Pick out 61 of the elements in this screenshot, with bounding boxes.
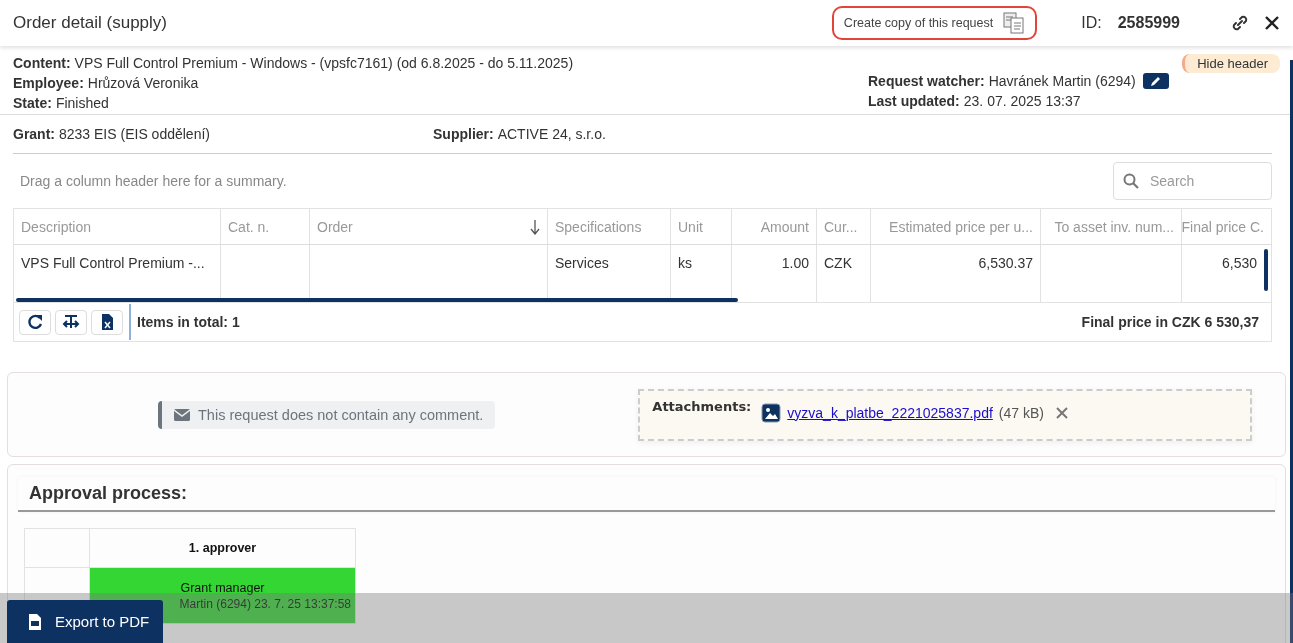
copy-document-icon xyxy=(1003,12,1026,34)
summary-label: Grant: xyxy=(13,125,55,143)
remove-icon[interactable] xyxy=(1055,406,1068,419)
info-value: Hrůzová Veronika xyxy=(87,74,199,92)
column-header[interactable]: To asset inv. num... xyxy=(1041,209,1182,244)
refresh-icon xyxy=(26,313,44,331)
column-header[interactable]: Final price C. xyxy=(1182,209,1271,244)
fit-columns-button[interactable] xyxy=(55,309,87,335)
info-label: Request watcher: xyxy=(868,72,985,90)
attachment-link[interactable]: vyzva_k_platbe_2221025837.pdf xyxy=(787,404,993,421)
excel-file-button[interactable] xyxy=(91,309,123,335)
column-header[interactable]: Cur... xyxy=(817,209,871,244)
link-icon[interactable] xyxy=(1230,13,1250,33)
section-title: Approval process: xyxy=(18,477,1275,512)
search-icon xyxy=(1123,173,1139,189)
items-total: Items in total: 1 xyxy=(137,314,240,330)
info-value: VPS Full Control Premium - Windows - (vpsfc7161) (od 6.8.2025 - do 5.11.2025) xyxy=(74,54,574,72)
close-icon[interactable] xyxy=(1264,15,1280,31)
info-value: Finished xyxy=(55,94,109,112)
envelope-icon xyxy=(174,408,190,421)
approver-role: Grant manager xyxy=(180,580,265,595)
column-header[interactable]: Order xyxy=(310,209,548,244)
info-label: Content: xyxy=(13,54,71,72)
approver-name: Martin (6294) 23. 7. 25 13:37:58 xyxy=(179,596,352,611)
horizontal-scrollbar[interactable] xyxy=(16,298,738,302)
info-value: 23. 07. 2025 13:37 xyxy=(963,92,1081,110)
pencil-icon xyxy=(1149,75,1162,87)
column-header[interactable]: Estimated price per u... xyxy=(871,209,1041,244)
hide-header-button[interactable]: Hide header xyxy=(1182,54,1280,73)
id-label: ID: xyxy=(1081,14,1102,32)
column-header[interactable]: Cat. n. xyxy=(221,209,310,244)
column-header[interactable]: Description xyxy=(14,209,221,244)
image-file-icon xyxy=(761,402,782,423)
column-header[interactable]: Unit xyxy=(671,209,732,244)
attachments-label: Attachments: xyxy=(652,398,752,414)
group-panel-hint: Drag a column header here for a summary. xyxy=(19,173,287,189)
column-header[interactable]: Specifications xyxy=(548,209,671,244)
table-cell: CZK xyxy=(817,245,871,303)
summary-value: ACTIVE 24, s.r.o. xyxy=(497,125,606,143)
vertical-scrollbar[interactable] xyxy=(1264,249,1268,291)
search-field[interactable]: Search xyxy=(1113,162,1272,200)
info-label: Employee: xyxy=(13,74,84,92)
id-value: 2585999 xyxy=(1117,14,1180,32)
export-pdf-button[interactable]: Export to PDF xyxy=(7,600,163,643)
page-scrollbar[interactable] xyxy=(1290,60,1293,643)
column-header[interactable]: Amount xyxy=(732,209,817,244)
window-title: Order detail (supply) xyxy=(13,13,167,33)
table-cell: 6,530.37 xyxy=(871,245,1041,303)
final-price: Final price in CZK 6 530,37 xyxy=(1081,314,1259,330)
info-label: Last updated: xyxy=(868,92,960,110)
pdf-file-icon xyxy=(27,612,43,631)
edit-button[interactable] xyxy=(1142,73,1169,89)
summary-label: Supplier: xyxy=(433,125,494,143)
summary-value: 8233 EIS (EIS oddělení) xyxy=(59,125,210,143)
comment-text: This request does not contain any comment. xyxy=(198,406,484,423)
file-size: (47 kB) xyxy=(998,404,1044,421)
info-value: Havránek Martin (6294) xyxy=(988,72,1136,90)
fit-columns-icon xyxy=(62,313,80,331)
info-label: State: xyxy=(13,94,52,112)
refresh-button[interactable] xyxy=(19,309,51,335)
copy-request-button[interactable]: Create copy of this request xyxy=(831,6,1038,40)
